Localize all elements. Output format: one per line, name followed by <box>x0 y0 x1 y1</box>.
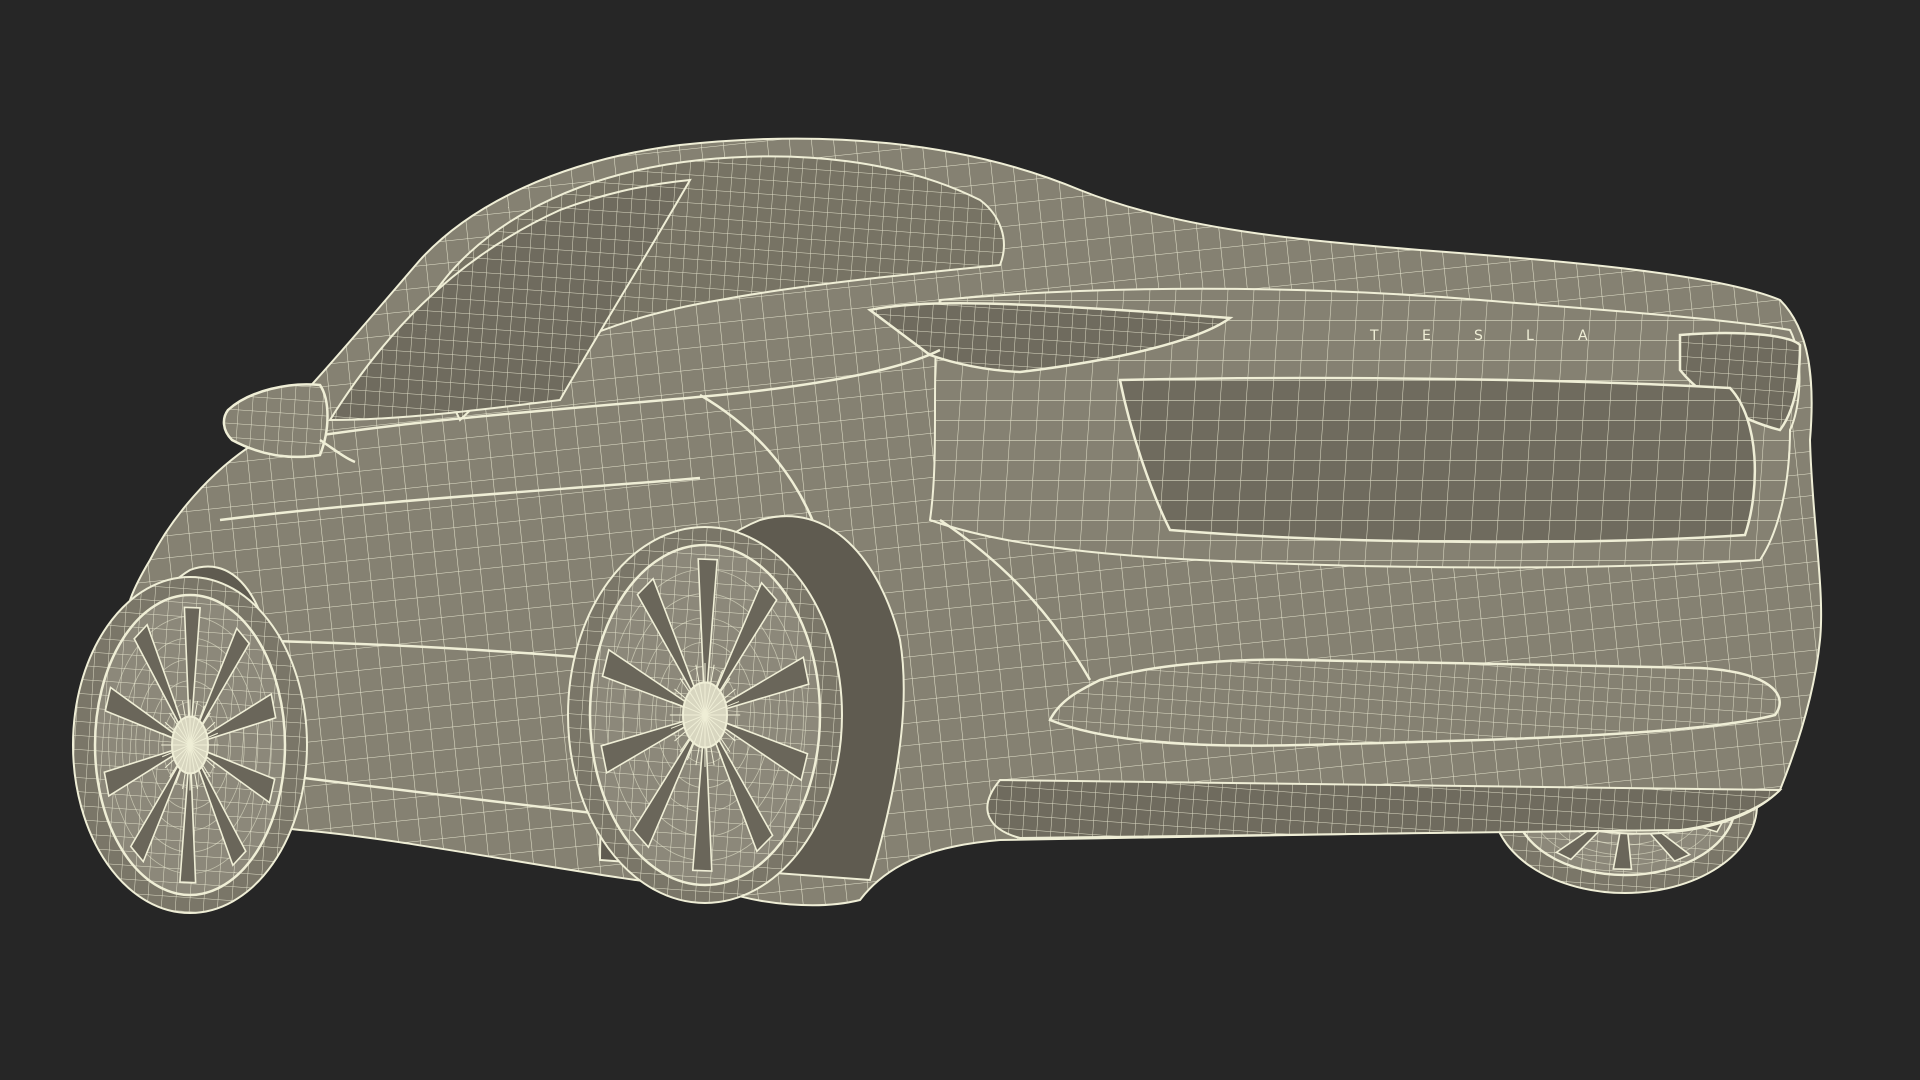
badge-letter: S <box>1474 328 1485 344</box>
badge-letter: E <box>1422 328 1433 344</box>
badge-letter: L <box>1526 328 1536 344</box>
car-wireframe-model: TESLA <box>72 137 1823 914</box>
badge-letter: T <box>1369 328 1381 344</box>
rear-left-wheel <box>567 526 843 904</box>
car-body <box>108 137 1823 907</box>
front-left-wheel <box>72 576 308 914</box>
badge-letter: A <box>1578 328 1590 344</box>
mirror-mesh <box>223 384 328 457</box>
render-viewport: TESLA <box>0 0 1920 1080</box>
